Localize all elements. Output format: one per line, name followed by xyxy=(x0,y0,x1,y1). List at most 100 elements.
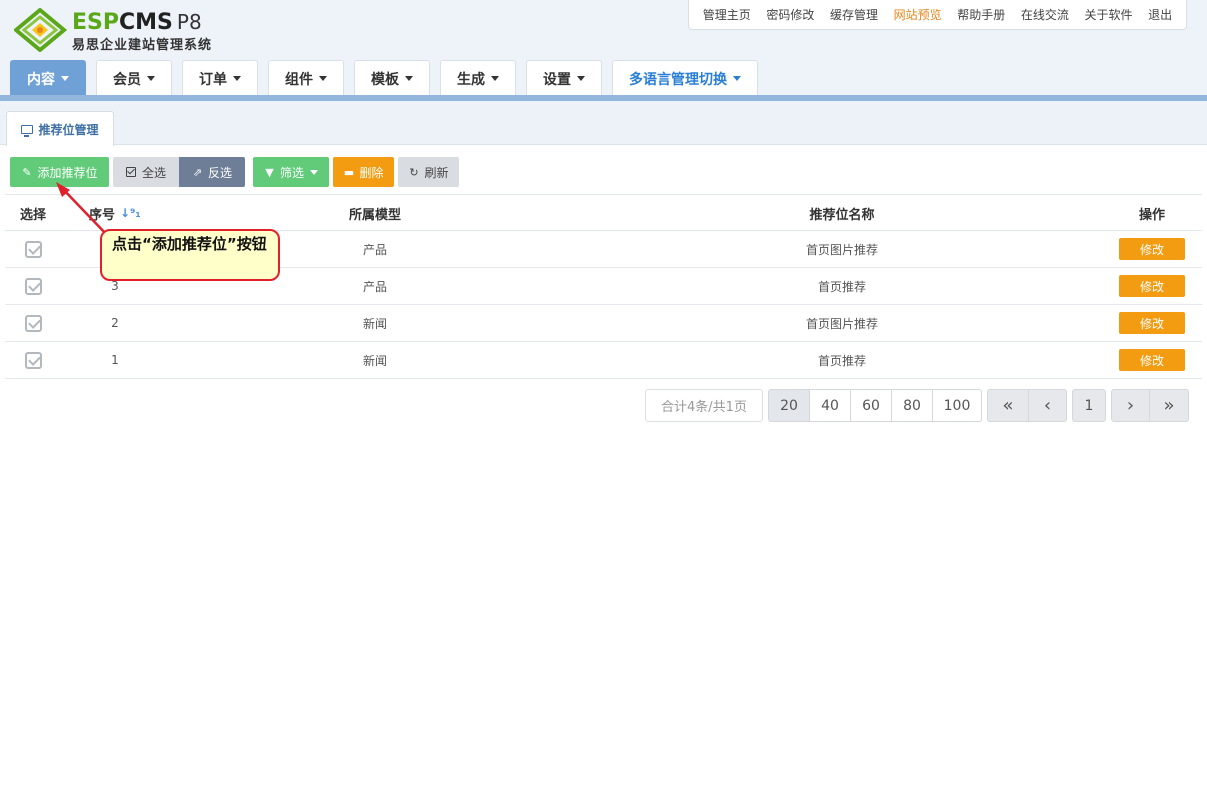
checkbox-icon[interactable] xyxy=(24,314,42,332)
page-size-group: 20 40 60 80 100 xyxy=(768,389,982,422)
row-name: 首页推荐 xyxy=(817,353,866,368)
chevron-down-icon xyxy=(405,76,413,81)
edit-button[interactable]: 修改 xyxy=(1119,275,1185,297)
checkbox-icon xyxy=(125,167,136,177)
page-nav-prev-group: « ‹ xyxy=(987,389,1067,422)
chevron-down-icon xyxy=(733,76,741,81)
select-all-button[interactable]: 全选 xyxy=(113,157,179,187)
nav-tab-content[interactable]: 内容 xyxy=(10,60,86,96)
prev-page-button[interactable]: ‹ xyxy=(1028,389,1067,422)
top-link-cache[interactable]: 缓存管理 xyxy=(830,6,878,23)
delete-button[interactable]: ▬ 删除 xyxy=(333,157,394,187)
row-select-cell xyxy=(5,268,61,304)
row-select-cell xyxy=(5,342,61,378)
chevron-down-icon xyxy=(491,76,499,81)
page-size-100[interactable]: 100 xyxy=(932,389,982,422)
header-op: 操作 xyxy=(1138,207,1165,223)
edit-button[interactable]: 修改 xyxy=(1119,349,1185,371)
top-link-about[interactable]: 关于软件 xyxy=(1085,6,1133,23)
nav-tab-generate[interactable]: 生成 xyxy=(440,60,516,96)
row-model: 新闻 xyxy=(362,316,387,331)
nav-tab-settings[interactable]: 设置 xyxy=(526,60,602,96)
chevron-down-icon xyxy=(61,76,69,81)
first-page-button[interactable]: « xyxy=(987,389,1029,422)
checkbox-icon[interactable] xyxy=(24,277,42,295)
nav-tab-orders[interactable]: 订单 xyxy=(182,60,258,96)
nav-tab-label: 组件 xyxy=(285,71,313,88)
invert-select-button[interactable]: ⇗ 反选 xyxy=(179,157,245,187)
top-link-home[interactable]: 管理主页 xyxy=(703,6,751,23)
filter-label: 筛选 xyxy=(279,165,304,180)
chevron-down-icon xyxy=(319,76,327,81)
select-all-label: 全选 xyxy=(141,165,166,180)
nav-tab-label: 生成 xyxy=(457,71,485,88)
brand-esp: ESP xyxy=(72,10,119,35)
top-link-preview[interactable]: 网站预览 xyxy=(894,6,942,23)
page-size-60[interactable]: 60 xyxy=(850,389,892,422)
current-page-button[interactable]: 1 xyxy=(1072,389,1106,422)
chevron-down-icon xyxy=(577,76,585,81)
nav-tab-components[interactable]: 组件 xyxy=(268,60,344,96)
trash-icon: ▬ xyxy=(343,165,355,179)
chevron-down-icon xyxy=(233,76,241,81)
brand-version: P8 xyxy=(176,10,202,34)
chevron-down-icon xyxy=(310,169,318,175)
table-row: 2 新闻 首页图片推荐 修改 xyxy=(5,305,1202,342)
checkbox-icon[interactable] xyxy=(24,240,42,258)
row-no: 1 xyxy=(111,353,119,367)
header-model: 所属模型 xyxy=(348,207,401,223)
share-icon: ⇗ xyxy=(192,165,203,179)
invert-select-label: 反选 xyxy=(207,165,232,180)
checkbox-icon[interactable] xyxy=(24,351,42,369)
filter-button[interactable]: ▼ 筛选 xyxy=(253,157,329,187)
nav-tab-label: 设置 xyxy=(543,71,571,88)
refresh-icon: ↻ xyxy=(409,165,419,179)
next-page-button[interactable]: › xyxy=(1111,389,1150,422)
row-op-cell: 修改 xyxy=(1115,231,1189,267)
row-name: 首页推荐 xyxy=(817,279,866,294)
refresh-button[interactable]: ↻ 刷新 xyxy=(398,157,459,187)
row-name: 首页图片推荐 xyxy=(805,316,878,331)
row-op-cell: 修改 xyxy=(1115,305,1189,341)
brand-cms: CMS xyxy=(119,10,173,35)
refresh-label: 刷新 xyxy=(424,165,449,180)
row-op-cell: 修改 xyxy=(1115,342,1189,378)
nav-tab-label: 模板 xyxy=(371,71,399,88)
top-link-logout[interactable]: 退出 xyxy=(1148,6,1172,23)
delete-label: 删除 xyxy=(359,165,384,180)
page-current-group: 1 xyxy=(1072,389,1106,422)
nav-tab-language[interactable]: 多语言管理切换 xyxy=(612,60,758,96)
filter-icon: ▼ xyxy=(265,165,274,179)
row-no: 2 xyxy=(111,316,119,330)
nav-tab-label: 会员 xyxy=(113,71,141,88)
nav-tab-members[interactable]: 会员 xyxy=(96,60,172,96)
page-size-20[interactable]: 20 xyxy=(768,389,810,422)
pagination: 合计4条/共1页 20 40 60 80 100 « ‹ 1 › » xyxy=(645,389,1189,422)
page-size-40[interactable]: 40 xyxy=(809,389,851,422)
top-links: 管理主页 密码修改 缓存管理 网站预览 帮助手册 在线交流 关于软件 退出 xyxy=(688,0,1187,30)
page-size-80[interactable]: 80 xyxy=(891,389,933,422)
row-select-cell xyxy=(5,305,61,341)
chevron-down-icon xyxy=(147,76,155,81)
brand-subtitle: 易思企业建站管理系统 xyxy=(72,38,213,53)
edit-button[interactable]: 修改 xyxy=(1119,238,1185,260)
row-op-cell: 修改 xyxy=(1115,268,1189,304)
sub-tab-bar: 推荐位管理 xyxy=(0,101,1207,146)
top-link-chat[interactable]: 在线交流 xyxy=(1021,6,1069,23)
table-row: 1 新闻 首页推荐 修改 xyxy=(5,342,1202,379)
espcms-logo-icon xyxy=(14,8,68,52)
edit-button[interactable]: 修改 xyxy=(1119,312,1185,334)
last-page-button[interactable]: » xyxy=(1149,389,1189,422)
add-recommend-label: 添加推荐位 xyxy=(37,165,98,180)
recommend-table: 选择 序号 ↓⁹₁ 所属模型 推荐位名称 操作 4 产品 首页图片推荐 修改 3… xyxy=(5,194,1202,379)
row-model: 新闻 xyxy=(362,353,387,368)
tab-recommend-manage[interactable]: 推荐位管理 xyxy=(6,111,114,146)
sub-tab-label: 推荐位管理 xyxy=(38,122,99,137)
nav-tab-templates[interactable]: 模板 xyxy=(354,60,430,96)
sort-icon[interactable]: ↓⁹₁ xyxy=(120,206,141,220)
top-link-password[interactable]: 密码修改 xyxy=(766,6,814,23)
top-link-help[interactable]: 帮助手册 xyxy=(957,6,1005,23)
header: ESPCMS P8 易思企业建站管理系统 管理主页 密码修改 缓存管理 网站预览 … xyxy=(0,0,1207,101)
row-name: 首页图片推荐 xyxy=(805,242,878,257)
header-name: 推荐位名称 xyxy=(809,207,875,223)
